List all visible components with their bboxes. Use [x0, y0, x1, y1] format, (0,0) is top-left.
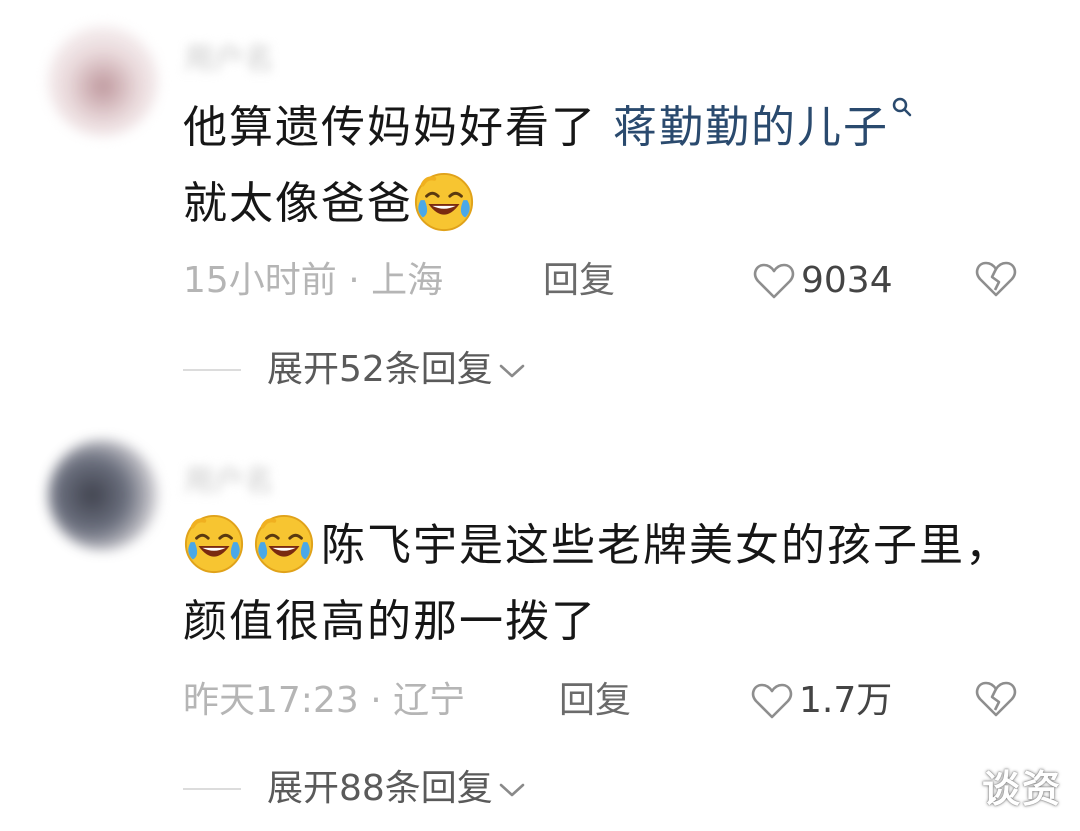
expand-replies-label: 展开52条回复 — [267, 349, 493, 390]
broken-heart-icon[interactable] — [975, 680, 1017, 718]
time-location: 15小时前 · 上海 — [183, 260, 444, 301]
broken-heart-icon[interactable] — [975, 260, 1017, 298]
expand-replies[interactable]: 展开88条回复 — [183, 764, 603, 814]
heart-icon — [751, 683, 793, 719]
avatar[interactable] — [48, 26, 158, 136]
avatar[interactable] — [48, 440, 158, 550]
divider-dash — [183, 369, 241, 371]
comment-text-part: 就太像爸爸 — [183, 178, 413, 229]
reply-button[interactable]: 回复 — [543, 256, 615, 306]
watermark: 谈资 — [981, 767, 1062, 811]
comment-text: 他算遗传妈妈好看了 蒋勤勤的儿子 就太像爸爸 — [183, 90, 1013, 242]
expand-replies-label: 展开88条回复 — [267, 768, 493, 809]
heart-icon — [753, 263, 795, 299]
like-button[interactable]: 9034 — [753, 256, 893, 306]
time-location: 昨天17:23 · 辽宁 — [183, 680, 466, 721]
like-count: 9034 — [801, 260, 893, 301]
laughing-crying-emoji — [414, 172, 474, 232]
like-button[interactable]: 1.7万 — [751, 676, 892, 726]
comment-meta: 15小时前 · 上海 回复 9034 — [183, 256, 1043, 306]
username[interactable]: 用户名 — [184, 34, 274, 77]
comment-meta: 昨天17:23 · 辽宁 回复 1.7万 — [183, 676, 1043, 726]
comment-text-part: 他算遗传妈妈好看了 — [183, 102, 613, 153]
username[interactable]: 用户名 — [184, 456, 274, 499]
search-link[interactable]: 蒋勤勤的儿子 — [613, 97, 913, 153]
laughing-crying-emoji — [254, 514, 314, 574]
like-count: 1.7万 — [799, 680, 893, 721]
search-link-text[interactable]: 蒋勤勤的儿子 — [613, 102, 889, 153]
comment-text: 陈飞宇是这些老牌美女的孩子里，颜值很高的那一拨了 — [183, 508, 1013, 660]
reply-button[interactable]: 回复 — [559, 676, 631, 726]
divider-dash — [183, 788, 241, 790]
chevron-down-icon — [499, 783, 525, 797]
search-icon — [892, 97, 912, 117]
chevron-down-icon — [499, 364, 525, 378]
laughing-crying-emoji — [184, 514, 244, 574]
expand-replies[interactable]: 展开52条回复 — [183, 345, 603, 395]
